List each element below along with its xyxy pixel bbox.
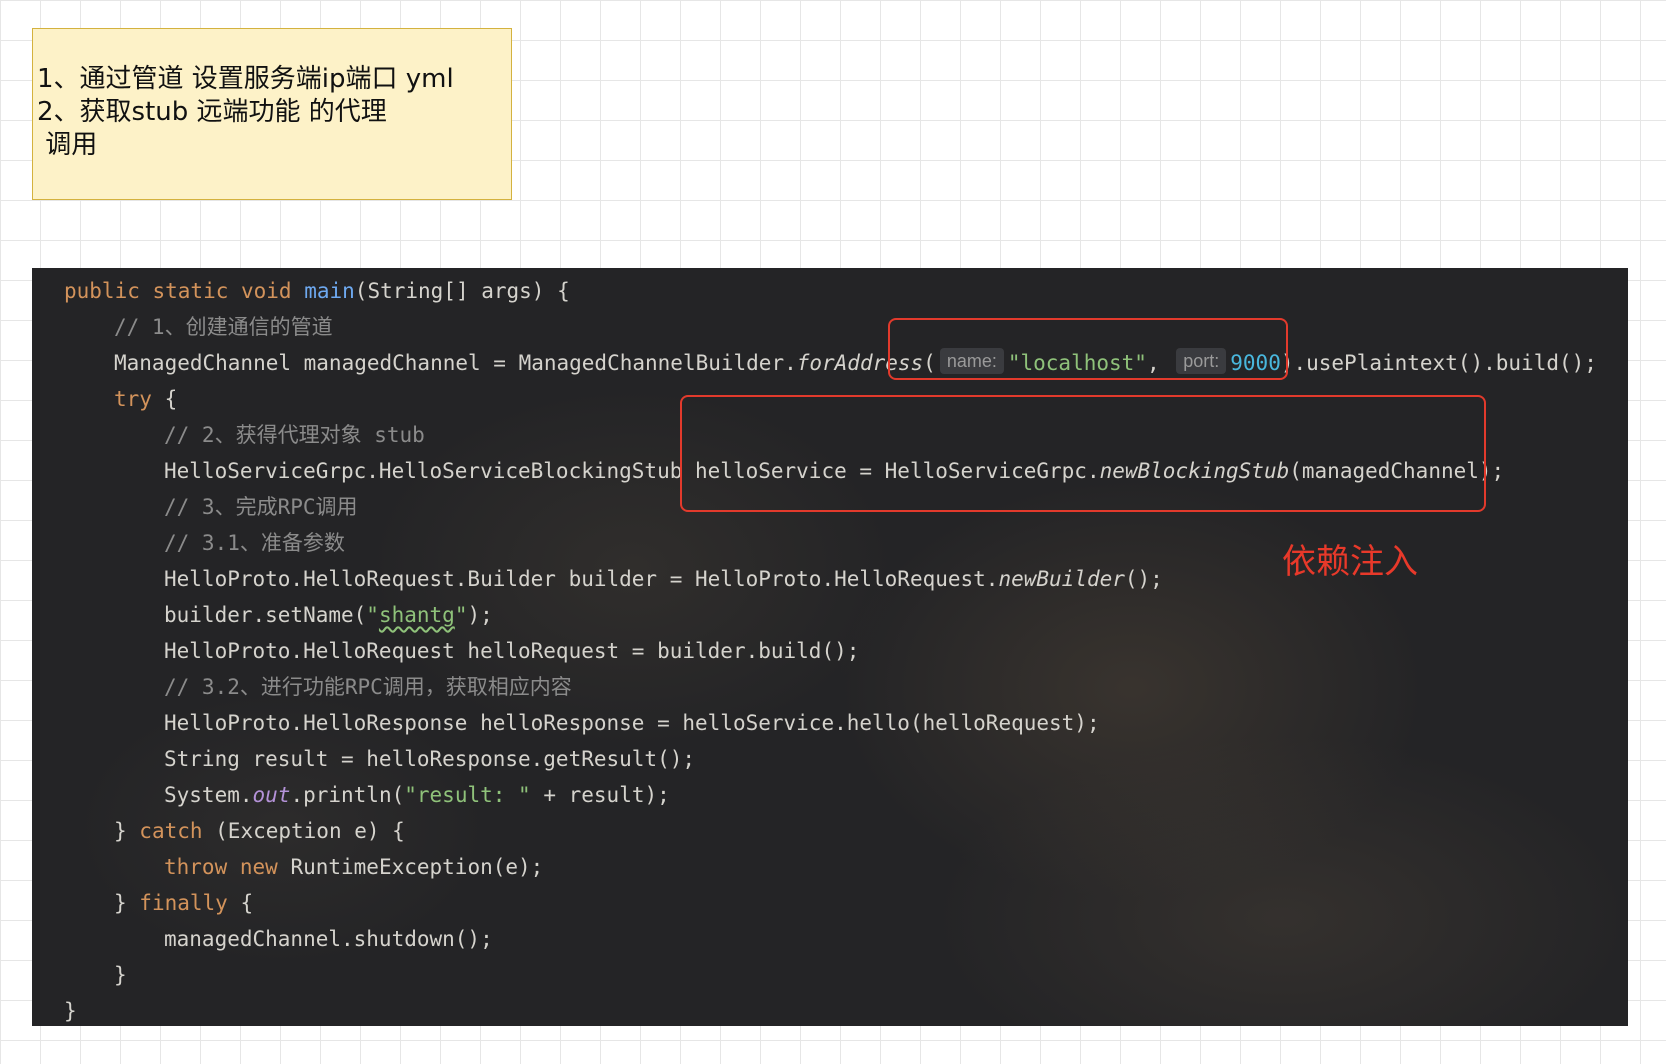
code-token: newBuilder xyxy=(998,567,1125,591)
code-line: throw new RuntimeException(e); xyxy=(32,849,1597,885)
code-token: try xyxy=(114,387,152,411)
code-line: System.out.println("result: " + result); xyxy=(32,777,1597,813)
code-token: " xyxy=(454,603,468,627)
code-line: HelloProto.HelloResponse helloResponse =… xyxy=(32,705,1597,741)
code-token: managedChannel.shutdown(); xyxy=(164,927,493,951)
code-token: // 1、创建通信的管道 xyxy=(114,315,333,339)
highlight-box-address-port xyxy=(888,318,1288,380)
code-token: HelloProto.HelloRequest helloRequest = b… xyxy=(164,639,860,663)
code-token: HelloProto.HelloResponse helloResponse =… xyxy=(164,711,1100,735)
code-token: out xyxy=(252,783,291,807)
code-token: catch xyxy=(139,819,203,843)
code-screenshot: public static void main(String[] args) {… xyxy=(32,268,1628,1026)
code-token: finally xyxy=(139,891,228,915)
code-token: } xyxy=(64,999,77,1023)
code-token: } xyxy=(114,963,127,987)
code-token: (Exception e) { xyxy=(202,819,405,843)
code-line: HelloProto.HelloRequest helloRequest = b… xyxy=(32,633,1597,669)
code-line: } xyxy=(32,993,1597,1026)
code-token: ).usePlaintext().build(); xyxy=(1280,351,1597,375)
code-line: } finally { xyxy=(32,885,1597,921)
code-line: } xyxy=(32,957,1597,993)
code-token: ManagedChannel managedChannel = ManagedC… xyxy=(114,351,797,375)
code-token: main xyxy=(304,279,355,303)
code-token: HelloProto.HelloRequest.Builder builder … xyxy=(164,567,999,591)
code-token: " xyxy=(366,603,379,627)
code-token: // 3、完成RPC调用 xyxy=(164,495,358,519)
code-line: ManagedChannel managedChannel = ManagedC… xyxy=(32,345,1597,381)
code-token: "result: " xyxy=(404,783,531,807)
code-token: // 3.1、准备参数 xyxy=(164,531,345,555)
code-line: String result = helloResponse.getResult(… xyxy=(32,741,1597,777)
code-line: // 1、创建通信的管道 xyxy=(32,309,1597,345)
code-token: public static void xyxy=(64,279,305,303)
code-token: builder.setName( xyxy=(164,603,367,627)
code-line: managedChannel.shutdown(); xyxy=(32,921,1597,957)
sticky-note[interactable]: 1、通过管道 设置服务端ip端口 yml 2、获取stub 远端功能 的代理 调… xyxy=(32,28,512,200)
code-token: { xyxy=(151,387,178,411)
code-token: (); xyxy=(1124,567,1163,591)
code-token: } xyxy=(114,819,140,843)
highlight-box-blocking-stub xyxy=(680,395,1486,512)
code-token: String result = helloResponse.getResult(… xyxy=(164,747,696,771)
code-token: throw new xyxy=(164,855,291,879)
code-token: (String[] args) { xyxy=(354,279,570,303)
code-token: RuntimeException(e); xyxy=(290,855,544,879)
note-line-3: 调用 xyxy=(37,130,98,160)
code-token: { xyxy=(227,891,254,915)
code-token: // 3.2、进行功能RPC调用，获取相应内容 xyxy=(164,675,572,699)
note-line-1: 1、通过管道 设置服务端ip端口 yml xyxy=(37,64,454,94)
code-line: builder.setName("shantg"); xyxy=(32,597,1597,633)
note-line-2: 2、获取stub 远端功能 的代理 xyxy=(37,97,387,127)
annotation-dependency-injection: 依赖注入 xyxy=(1282,542,1418,582)
code-block: public static void main(String[] args) {… xyxy=(32,273,1597,1026)
code-token: // 2、获得代理对象 stub xyxy=(164,423,425,447)
code-token: ); xyxy=(467,603,493,627)
code-line: } catch (Exception e) { xyxy=(32,813,1597,849)
code-token: .println( xyxy=(290,783,405,807)
code-token: System. xyxy=(164,783,253,807)
code-token: } xyxy=(114,891,140,915)
code-token: shantg xyxy=(378,603,455,627)
code-line: // 3.2、进行功能RPC调用，获取相应内容 xyxy=(32,669,1597,705)
code-token: + result); xyxy=(530,783,670,807)
code-line: public static void main(String[] args) { xyxy=(32,273,1597,309)
